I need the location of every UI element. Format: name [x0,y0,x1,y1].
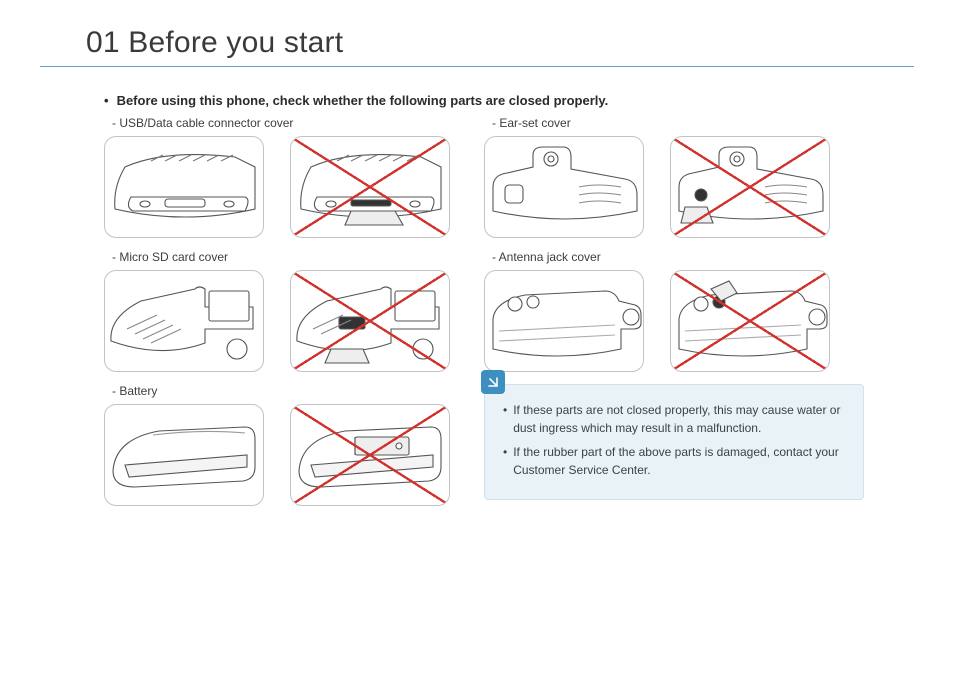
phone-antenna-closed-icon [485,271,643,371]
phone-antenna-open-icon [671,271,829,371]
phone-earset-open-icon [671,137,829,237]
phone-battery-open-icon [291,405,449,505]
battery-wrong-illustration [290,404,450,506]
phone-side-sd-open-icon [291,271,449,371]
ear-wrong-illustration [670,136,830,238]
ear-correct-illustration [484,136,644,238]
phone-side-sd-closed-icon [105,271,263,371]
phone-battery-closed-icon [105,405,263,505]
phone-bottom-closed-icon [105,137,263,237]
note-line-1: If these parts are not closed properly, … [503,401,847,437]
ant-row [484,270,864,372]
note-line-2: If the rubber part of the above parts is… [503,443,847,479]
ear-label: - Ear-set cover [492,116,864,130]
left-column: - USB/Data cable connector cover [104,116,450,518]
phone-bottom-open-icon [291,137,449,237]
sd-wrong-illustration [290,270,450,372]
right-column: - Ear-set cover [484,116,864,518]
page-title: 01 Before you start [86,26,914,60]
note-text-2: If the rubber part of the above parts is… [513,443,847,479]
ant-label: - Antenna jack cover [492,250,864,264]
usb-wrong-illustration [290,136,450,238]
columns: - USB/Data cable connector cover [104,116,914,518]
ant-wrong-illustration [670,270,830,372]
sd-correct-illustration [104,270,264,372]
note-content: If these parts are not closed properly, … [484,384,864,500]
note-text-1: If these parts are not closed properly, … [513,401,847,437]
battery-correct-illustration [104,404,264,506]
ear-row [484,136,864,238]
manual-page: 01 Before you start Before using this ph… [0,0,954,678]
battery-label: - Battery [112,384,450,398]
ant-correct-illustration [484,270,644,372]
usb-row [104,136,450,238]
sd-label: - Micro SD card cover [112,250,450,264]
intro-text: Before using this phone, check whether t… [104,93,914,108]
usb-correct-illustration [104,136,264,238]
sd-row [104,270,450,372]
phone-earset-closed-icon [485,137,643,237]
note-arrow-icon [482,371,504,393]
note-box: If these parts are not closed properly, … [484,384,864,500]
battery-row [104,404,450,506]
title-rule [40,66,914,67]
usb-label: - USB/Data cable connector cover [112,116,450,130]
